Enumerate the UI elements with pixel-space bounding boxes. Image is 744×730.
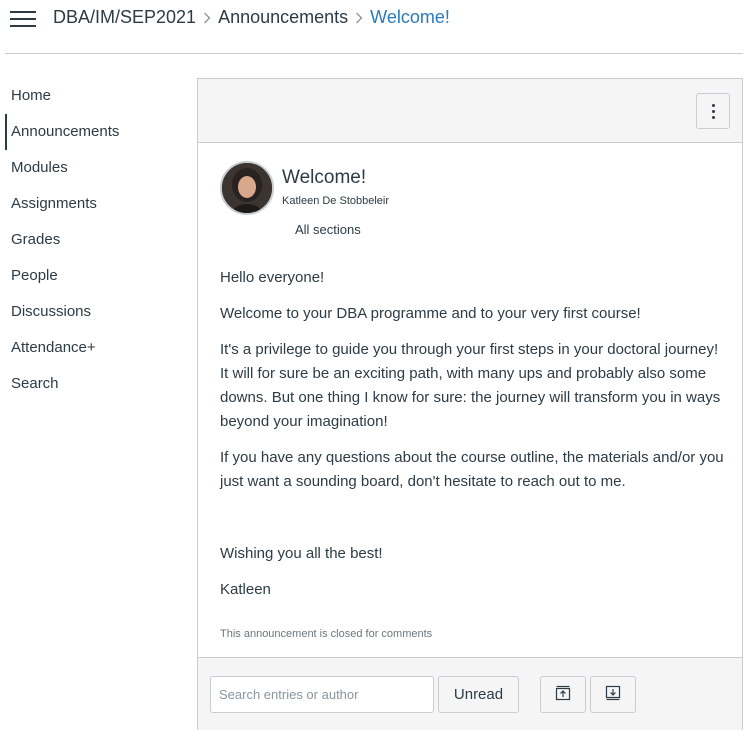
arrow-down-box-icon (605, 685, 621, 705)
expand-replies-button[interactable] (590, 676, 636, 713)
header-divider (5, 53, 743, 54)
sidebar-item-modules[interactable]: Modules (0, 150, 190, 186)
sidebar-item-grades[interactable]: Grades (0, 222, 190, 258)
announcement-toolbar (198, 79, 742, 143)
sidebar-item-assignments[interactable]: Assignments (0, 186, 190, 222)
replies-toolbar: Unread (198, 657, 742, 730)
body-closing: Wishing you all the best! (220, 545, 383, 562)
breadcrumb-announcements[interactable]: Announcements (218, 7, 348, 28)
announcement-panel: Welcome! Katleen De Stobbeleir All secti… (197, 78, 743, 730)
sidebar-item-announcements[interactable]: Announcements (0, 114, 190, 150)
unread-button[interactable]: Unread (438, 676, 519, 713)
chevron-right-icon (350, 8, 368, 28)
body-signature: Katleen (220, 581, 271, 598)
sidebar-item-people[interactable]: People (0, 258, 190, 294)
collapse-replies-button[interactable] (540, 676, 586, 713)
breadcrumb: DBA/IM/SEP2021 Announcements Welcome! (53, 7, 450, 28)
sidebar-item-home[interactable]: Home (0, 78, 190, 114)
announcement-title: Welcome! (282, 167, 367, 188)
top-bar: DBA/IM/SEP2021 Announcements Welcome! (0, 0, 744, 54)
course-navigation: Home Announcements Modules Assignments G… (0, 78, 190, 402)
announcement-header: Welcome! Katleen De Stobbeleir All secti… (220, 161, 720, 251)
sidebar-item-discussions[interactable]: Discussions (0, 294, 190, 330)
sidebar-item-attendance[interactable]: Attendance+ (0, 330, 190, 366)
chevron-right-icon (198, 8, 216, 28)
body-paragraph: Welcome to your DBA programme and to you… (220, 305, 641, 322)
kebab-menu-icon[interactable] (696, 93, 730, 129)
body-paragraph: It's a privilege to guide you through yo… (220, 341, 721, 430)
avatar[interactable] (220, 161, 274, 215)
hamburger-icon[interactable] (10, 8, 36, 30)
breadcrumb-course[interactable]: DBA/IM/SEP2021 (53, 7, 196, 28)
body-paragraph: If you have any questions about the cour… (220, 449, 724, 490)
search-entries-input[interactable] (210, 676, 434, 713)
arrow-up-box-icon (555, 685, 571, 705)
announcement-sections: All sections (295, 222, 361, 237)
body-paragraph: Hello everyone! (220, 269, 325, 286)
announcement-author[interactable]: Katleen De Stobbeleir (282, 195, 389, 207)
sidebar-item-search[interactable]: Search (0, 366, 190, 402)
announcement-body: Hello everyone! Welcome to your DBA prog… (220, 266, 724, 602)
comments-closed-note: This announcement is closed for comments (220, 628, 433, 640)
breadcrumb-current: Welcome! (370, 7, 450, 27)
